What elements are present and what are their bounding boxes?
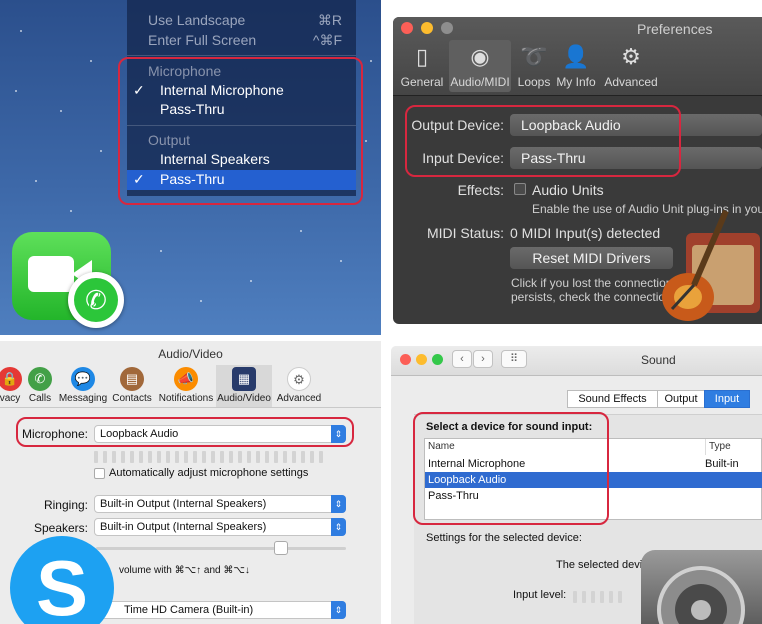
minimize-window-icon[interactable]	[421, 22, 433, 34]
garageband-guitar-icon	[662, 209, 760, 321]
person-icon: 👤	[562, 44, 590, 69]
speakers-value: Built-in Output (Internal Speakers)	[100, 521, 267, 533]
auto-adjust-checkbox[interactable]	[94, 468, 105, 479]
microphone-level-meter	[94, 450, 328, 463]
window-title: Preferences	[637, 21, 713, 37]
tab-my-info[interactable]: 👤 My Info	[551, 40, 601, 92]
tab-audio-midi[interactable]: ◉ Audio/MIDI	[449, 40, 511, 92]
audio-midi-icon: ◉	[470, 44, 490, 69]
gear-icon: ⚙	[287, 367, 311, 391]
camera-select[interactable]: Time HD Camera (Built-in) ⇕	[94, 601, 346, 619]
auto-adjust-label: Automatically adjust microphone settings	[109, 467, 309, 479]
menu-item-full-screen[interactable]: Enter Full Screen	[148, 32, 256, 48]
chat-icon: 💬	[71, 367, 95, 391]
input-level-meter	[573, 590, 627, 603]
back-icon[interactable]: ‹	[452, 350, 472, 368]
ringing-select[interactable]: Built-in Output (Internal Speakers) ⇕	[94, 495, 346, 513]
shortcut-use-landscape: ⌘R	[317, 12, 342, 28]
tab-input[interactable]: Input	[704, 390, 750, 408]
tab-label: Audio/Video	[217, 393, 271, 404]
column-header-type[interactable]: Type	[705, 439, 731, 455]
tab-label: Advanced	[276, 393, 322, 404]
minimize-window-icon[interactable]	[416, 354, 427, 365]
tab-messaging[interactable]: 💬 Messaging	[57, 365, 109, 407]
audio-video-icon: ▦	[232, 367, 256, 391]
tab-label: Advanced	[604, 75, 658, 89]
loops-icon: ➰	[520, 44, 548, 69]
contacts-icon: ▤	[120, 367, 144, 391]
audio-units-checkbox[interactable]	[514, 183, 526, 195]
gear-icon: ⚙	[621, 44, 641, 69]
audio-units-label: Audio Units	[532, 182, 604, 198]
volume-slider-knob[interactable]	[274, 541, 288, 555]
shortcut-full-screen: ^⌘F	[312, 32, 342, 48]
tab-general[interactable]: ▯ General	[397, 40, 447, 92]
megaphone-icon: 📣	[174, 367, 198, 391]
close-window-icon[interactable]	[400, 354, 411, 365]
tab-sound-effects[interactable]: Sound Effects	[567, 390, 658, 408]
ringing-value: Built-in Output (Internal Speakers)	[100, 498, 267, 510]
camera-icon	[28, 256, 74, 292]
tab-notifications[interactable]: 📣 Notifications	[158, 365, 214, 407]
menu-item-use-landscape[interactable]: Use Landscape	[148, 12, 245, 28]
system-preferences-gear-icon	[641, 550, 762, 624]
tab-advanced[interactable]: ⚙ Advanced	[603, 40, 659, 92]
tab-label: General	[400, 75, 444, 89]
chevron-updown-icon: ⇕	[331, 518, 346, 536]
reset-note-line2: persists, check the connectio	[511, 290, 666, 304]
tab-audio-video[interactable]: ▦ Audio/Video	[216, 365, 272, 407]
zoom-window-icon[interactable]	[432, 354, 443, 365]
tab-output[interactable]: Output	[657, 390, 705, 408]
grid-icon[interactable]: ⠿	[501, 350, 527, 368]
tab-label: Contacts	[112, 393, 152, 404]
camera-value: Time HD Camera (Built-in)	[124, 604, 254, 616]
tab-contacts[interactable]: ▤ Contacts	[106, 365, 158, 407]
tab-advanced[interactable]: ⚙ Advanced	[274, 365, 324, 407]
highlight-box	[405, 105, 681, 177]
menu-separator	[127, 55, 356, 56]
phone-icon: ✆	[28, 367, 52, 391]
toolbar-divider	[0, 407, 381, 408]
switch-icon: ▯	[415, 44, 429, 69]
highlight-box	[413, 412, 609, 525]
volume-hint: volume with ⌘⌥↑ and ⌘⌥↓	[119, 565, 250, 576]
sound-preferences-window: ‹ › ⠿ Sound Sound Effects Output Input S…	[391, 346, 762, 624]
settings-label: Settings for the selected device:	[426, 532, 582, 544]
tab-label: Messaging	[58, 393, 108, 404]
skype-audio-video-window: Audio/Video 🔒 vacy ✆ Calls 💬 Messaging ▤…	[0, 341, 381, 624]
chevron-updown-icon: ⇕	[331, 495, 346, 513]
highlight-box	[16, 417, 354, 447]
selected-device-text: The selected devi	[556, 559, 643, 571]
zoom-window-icon[interactable]	[441, 22, 453, 34]
window-title: Audio/Video	[158, 347, 223, 361]
input-level-label: Input level:	[513, 589, 567, 601]
sound-toolbar: ‹ › ⠿ Sound	[391, 346, 762, 376]
phone-badge-icon: ✆	[68, 272, 124, 328]
midi-status-value: 0 MIDI Input(s) detected	[510, 225, 661, 241]
tab-label: Notifications	[158, 393, 214, 404]
speakers-select[interactable]: Built-in Output (Internal Speakers) ⇕	[94, 518, 346, 536]
reset-note-line1: Click if you lost the connection	[511, 276, 673, 290]
close-window-icon[interactable]	[401, 22, 413, 34]
reset-midi-drivers-button[interactable]: Reset MIDI Drivers	[510, 247, 673, 269]
midi-status-label: MIDI Status:	[426, 225, 504, 241]
tab-label: My Info	[556, 75, 596, 89]
preferences-toolbar: Preferences ▯ General ◉ Audio/MIDI ➰ Loo…	[393, 17, 762, 96]
ringing-label: Ringing:	[43, 498, 88, 512]
forward-icon[interactable]: ›	[473, 350, 493, 368]
tab-label: Audio/MIDI	[450, 75, 510, 89]
window-title: Sound	[641, 353, 676, 367]
highlight-box	[118, 57, 363, 205]
chevron-updown-icon: ⇕	[331, 601, 346, 619]
facetime-desktop: Use Landscape ⌘R Enter Full Screen ^⌘F M…	[0, 0, 381, 335]
effects-label: Effects:	[457, 182, 504, 198]
speakers-label: Speakers:	[33, 521, 88, 535]
volume-slider-track[interactable]	[96, 547, 346, 550]
